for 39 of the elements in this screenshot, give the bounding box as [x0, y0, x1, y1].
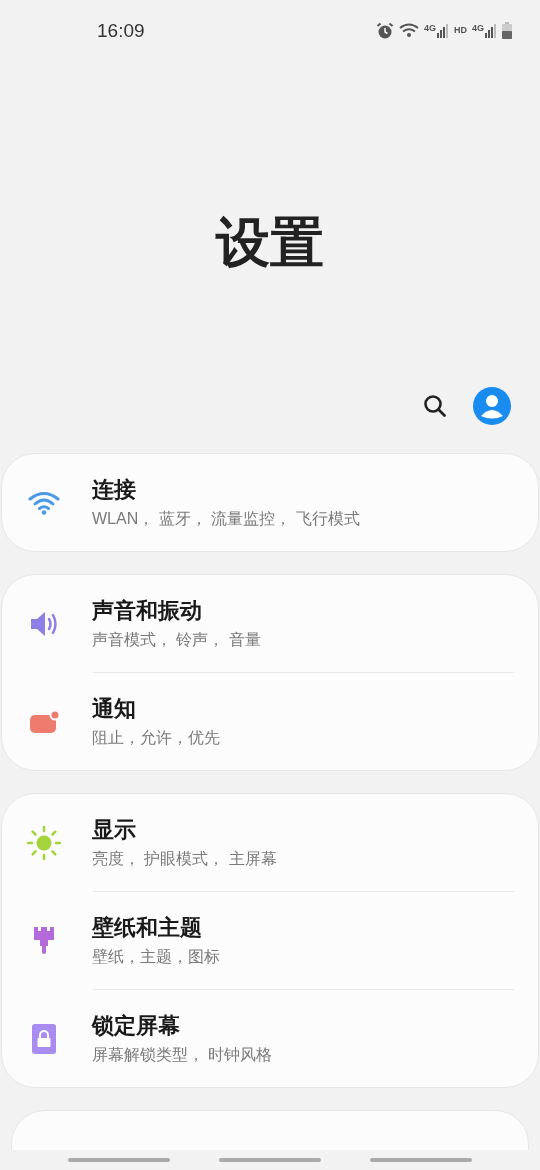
item-title: 壁纸和主题 — [92, 913, 203, 942]
lock-icon — [30, 1022, 57, 1055]
settings-item[interactable]: 壁纸和主题 壁纸，主题，图标 — [2, 892, 538, 989]
item-subtitle: 屏幕解锁类型， 时钟风格 — [92, 1044, 273, 1065]
wifi-icon — [27, 490, 60, 515]
item-subtitle: WLAN， 蓝牙， 流量监控， 飞行模式 — [92, 508, 360, 529]
notification-icon — [27, 709, 60, 734]
profile-button[interactable] — [473, 386, 511, 425]
search-icon — [423, 393, 447, 418]
settings-item[interactable]: 锁定屏幕 屏幕解锁类型， 时钟风格 — [2, 990, 538, 1087]
alarm-icon — [375, 21, 394, 40]
battery-icon — [502, 22, 512, 40]
settings-item[interactable]: 声音和振动 声音模式， 铃声， 音量 — [2, 575, 538, 672]
item-title: 锁定屏幕 — [92, 1011, 181, 1040]
item-subtitle: 亮度， 护眼模式， 主屏幕 — [92, 848, 277, 869]
network-label: HD — [454, 26, 467, 36]
network-label: 4G — [423, 23, 436, 33]
item-title: 通知 — [92, 694, 137, 723]
gesture-bar[interactable] — [68, 1158, 170, 1162]
settings-item[interactable]: 通知 阻止，允许，优先 — [2, 673, 538, 770]
page-title: 设置 — [216, 214, 324, 271]
paintbrush-icon — [31, 925, 56, 956]
item-title: 显示 — [92, 815, 137, 844]
network-label: 4G — [472, 23, 484, 33]
gesture-bar[interactable] — [219, 1158, 321, 1162]
signal-bars-icon — [485, 23, 497, 38]
item-title: 声音和振动 — [92, 596, 203, 625]
settings-item[interactable]: 显示 亮度， 护眼模式， 主屏幕 — [2, 794, 538, 891]
gesture-bar[interactable] — [370, 1158, 472, 1162]
item-subtitle: 阻止，允许，优先 — [92, 727, 220, 748]
item-subtitle: 壁纸，主题，图标 — [92, 946, 220, 967]
sun-icon — [26, 825, 61, 860]
signal-bars-icon — [437, 23, 449, 38]
item-subtitle: 声音模式， 铃声， 音量 — [92, 629, 261, 650]
speaker-icon — [28, 609, 59, 638]
item-title: 连接 — [92, 475, 137, 504]
settings-item[interactable]: 连接 WLAN， 蓝牙， 流量监控， 飞行模式 — [2, 454, 538, 551]
wifi-signal-icon — [398, 22, 419, 39]
status-time: 16:09 — [97, 18, 145, 43]
